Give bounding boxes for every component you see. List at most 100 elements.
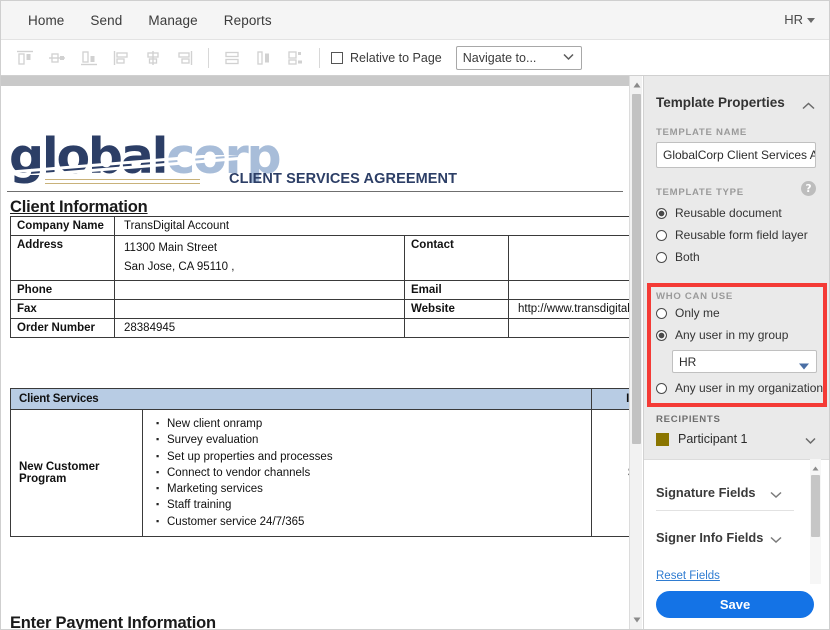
help-icon[interactable]: ? <box>801 181 816 196</box>
reset-fields-link[interactable]: Reset Fields <box>656 570 720 582</box>
scroll-down-arrow-icon[interactable] <box>630 613 643 627</box>
list-item: Customer service 24/7/365 <box>156 513 583 530</box>
table-row: Phone Email <box>10 280 629 300</box>
logo-text: globalcorp <box>9 128 282 185</box>
recipient-color-swatch <box>656 432 669 446</box>
cell-value-address: 11300 Main Street San Jose, CA 95110 , <box>114 235 405 281</box>
cell-value-company-name: TransDigital Account <box>114 216 629 236</box>
list-item: Marketing services <box>156 480 583 497</box>
align-center-icon[interactable] <box>137 45 169 71</box>
list-item: Connect to vendor channels <box>156 464 583 481</box>
cell-label-contact: Contact <box>404 235 509 281</box>
scroll-up-arrow-icon[interactable] <box>630 78 643 92</box>
align-middle-horizontal-icon[interactable] <box>41 45 73 71</box>
cell-value-contact <box>508 235 629 281</box>
table-row: Order Number 28384945 <box>10 318 629 338</box>
align-bottom-icon[interactable] <box>73 45 105 71</box>
scroll-up-arrow-icon[interactable] <box>810 461 821 475</box>
accordion-signature-fields[interactable]: Signature Fields <box>656 478 806 506</box>
document-scroll-thumb[interactable] <box>632 94 641 444</box>
user-account-label: HR <box>784 12 803 27</box>
document-vertical-scrollbar[interactable] <box>629 76 642 629</box>
document-viewer[interactable]: globalcorp CLIENT SERVICES AGREEMENT Cli… <box>1 76 629 629</box>
radio-icon <box>656 229 667 241</box>
table-row: Fax Website http://www.transdigitalcorp.… <box>10 299 629 319</box>
group-select[interactable]: HR <box>672 350 817 373</box>
cell-label-phone: Phone <box>10 280 115 300</box>
distribute-vertical-icon[interactable] <box>216 45 248 71</box>
chevron-down-icon[interactable] <box>805 434 816 448</box>
radio-icon <box>656 307 667 319</box>
distribute-horizontal-icon[interactable] <box>248 45 280 71</box>
radio-only-me[interactable]: Only me <box>656 306 720 320</box>
radio-label: Any user in my group <box>675 328 789 342</box>
align-top-icon[interactable] <box>9 45 41 71</box>
user-account-menu[interactable]: HR <box>784 12 815 27</box>
services-header-right: Investment <box>591 388 629 410</box>
accordion-signer-info-fields[interactable]: Signer Info Fields <box>656 523 806 551</box>
menu-item-send[interactable]: Send <box>77 9 135 32</box>
radio-icon <box>656 251 667 263</box>
menu-item-home[interactable]: Home <box>15 9 77 32</box>
address-line-2: San Jose, CA 95110 , <box>124 261 235 273</box>
signer-info-fields-label: Signer Info Fields <box>656 529 764 545</box>
toolbar-divider-1 <box>208 47 209 68</box>
section-heading-payment-information: Enter Payment Information <box>10 614 216 629</box>
template-name-label: TEMPLATE NAME <box>656 127 747 138</box>
client-information-table: Company Name TransDigital Account Addres… <box>10 216 629 338</box>
table-header-row: Client Services Investment <box>10 388 629 410</box>
panel-vertical-scrollbar[interactable] <box>810 459 821 584</box>
cell-label-address: Address <box>10 235 115 281</box>
radio-reusable-form-field-layer[interactable]: Reusable form field layer <box>656 228 808 242</box>
relative-to-page-checkbox[interactable]: Relative to Page <box>331 51 442 65</box>
navigate-to-select[interactable]: Navigate to... <box>455 45 582 70</box>
radio-label: Reusable form field layer <box>675 228 808 242</box>
table-row: Address 11300 Main Street San Jose, CA 9… <box>10 235 629 281</box>
who-can-use-label: WHO CAN USE <box>656 291 733 302</box>
relative-to-page-label: Relative to Page <box>350 50 442 65</box>
align-right-icon[interactable] <box>169 45 201 71</box>
radio-both[interactable]: Both <box>656 250 700 264</box>
chevron-down-icon <box>770 532 782 547</box>
chevron-down-icon <box>770 487 782 502</box>
section-heading-client-information: Client Information <box>10 198 148 216</box>
match-size-icon[interactable] <box>280 45 312 71</box>
radio-label: Reusable document <box>675 206 782 220</box>
menu-item-reports[interactable]: Reports <box>211 9 285 32</box>
fields-section: Signature Fields Signer Info Fields Rese… <box>644 459 829 629</box>
radio-label: Only me <box>675 306 720 320</box>
services-items: New client onramp Survey evaluation Set … <box>153 415 583 530</box>
list-item: Staff training <box>156 496 583 513</box>
radio-any-user-in-my-organization[interactable]: Any user in my organization <box>656 381 823 395</box>
client-services-table: Client Services Investment New Customer … <box>10 388 629 538</box>
signature-fields-label: Signature Fields <box>656 484 756 500</box>
template-name-input[interactable]: GlobalCorp Client Services Ag <box>656 142 816 168</box>
radio-label: Any user in my organization <box>675 381 824 395</box>
panel-scroll-thumb[interactable] <box>811 475 820 537</box>
radio-reusable-document[interactable]: Reusable document <box>656 206 782 220</box>
align-left-icon[interactable] <box>105 45 137 71</box>
radio-icon-selected <box>656 207 667 219</box>
panel-title: Template Properties <box>656 95 785 110</box>
list-item: Set up properties and processes <box>156 448 583 465</box>
document-top-shade <box>1 76 629 86</box>
document-page: globalcorp CLIENT SERVICES AGREEMENT Cli… <box>1 86 629 629</box>
template-properties-panel: Template Properties TEMPLATE NAME Global… <box>643 76 829 629</box>
toolbar-divider-2 <box>319 47 320 68</box>
chevron-up-icon[interactable] <box>802 97 815 115</box>
cell-value-email <box>508 280 629 300</box>
radio-any-user-in-my-group[interactable]: Any user in my group <box>656 328 788 342</box>
recipient-row-participant-1[interactable]: Participant 1 <box>656 429 818 449</box>
table-row: New Customer Program New client onramp S… <box>10 408 629 538</box>
chevron-down-icon <box>807 18 815 23</box>
cell-value-fax <box>114 299 405 319</box>
cell-label-company-name: Company Name <box>10 216 115 236</box>
save-button[interactable]: Save <box>656 591 814 618</box>
radio-icon-selected <box>656 329 667 341</box>
table-row: Company Name TransDigital Account <box>10 216 629 236</box>
checkbox-icon <box>331 51 343 64</box>
menu-item-manage[interactable]: Manage <box>135 9 210 32</box>
list-item: Survey evaluation <box>156 431 583 448</box>
main-menu-bar: Home Send Manage Reports HR <box>1 1 829 40</box>
logo-text-part1: global <box>9 128 168 185</box>
